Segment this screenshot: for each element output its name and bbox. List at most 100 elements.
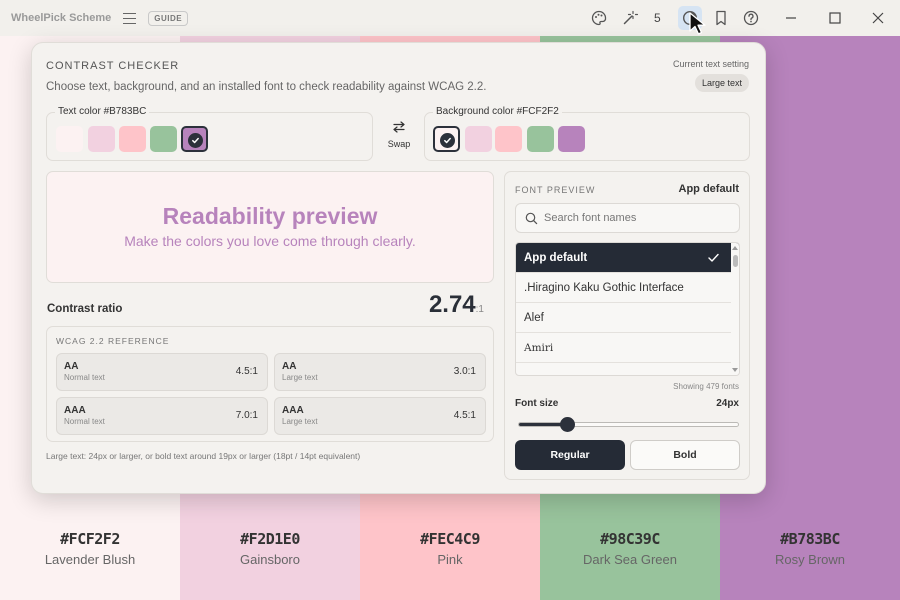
wcag-type: Normal text — [64, 373, 105, 382]
wcag-ratio: 7.0:1 — [235, 410, 258, 421]
current-setting-label: Current text setting — [672, 59, 749, 69]
wcag-level: AA — [64, 361, 79, 372]
font-count: Showing 479 fonts — [673, 382, 739, 391]
text-color-picker — [46, 112, 373, 161]
scroll-up-icon[interactable] — [732, 245, 738, 250]
background-color-chip[interactable] — [558, 126, 585, 152]
check-icon — [708, 253, 719, 262]
swatch-hex: #F2D1E0 — [240, 530, 300, 548]
swatch-name: Lavender Blush — [44, 552, 136, 567]
contrast-ratio-value: 2.74:1 — [429, 291, 484, 319]
swap-icon — [393, 121, 405, 133]
swatch-name: Gainsboro — [240, 552, 300, 567]
wcag-reference: WCAG 2.2 REFERENCE AA Normal text 4.5:1 … — [46, 326, 494, 442]
wcag-card: AAA Large text 4.5:1 — [274, 397, 486, 435]
swap-button[interactable]: Swap — [384, 120, 414, 149]
wcag-ratio: 3.0:1 — [453, 366, 476, 377]
close-icon[interactable] — [866, 6, 890, 30]
text-color-chip[interactable] — [88, 126, 115, 152]
wcag-type: Large text — [282, 373, 318, 382]
swatch-hex: #98C39C — [600, 530, 660, 548]
bold-weight-button[interactable]: Bold — [630, 440, 740, 470]
preview-title: Readability preview — [162, 203, 378, 229]
app-title: WheelPick Scheme — [11, 12, 112, 24]
font-preview-label: FONT PREVIEW — [515, 185, 596, 195]
mouse-cursor-icon — [689, 12, 706, 35]
wcag-card: AA Large text 3.0:1 — [274, 353, 486, 391]
contrast-ratio-number: 2.74 — [428, 291, 476, 318]
scrollbar-thumb[interactable] — [733, 255, 738, 267]
swap-label: Swap — [387, 139, 411, 149]
background-color-chip-selected[interactable] — [433, 126, 460, 152]
bookmark-icon[interactable] — [709, 6, 733, 30]
contrast-ratio-label: Contrast ratio — [47, 303, 123, 315]
palette-icon[interactable] — [587, 6, 611, 30]
font-item-selected[interactable]: App default — [516, 243, 739, 273]
font-item[interactable]: Amiri — [516, 333, 739, 363]
preview-subtitle: Make the colors you love come through cl… — [124, 233, 416, 249]
readability-preview: Readability preview Make the colors you … — [46, 171, 494, 283]
background-color-picker — [424, 112, 750, 161]
minimize-icon[interactable] — [779, 6, 803, 30]
wcag-level: AAA — [64, 405, 86, 416]
font-item-label: Alef — [524, 312, 544, 324]
title-bar: WheelPick Scheme GUIDE 5 — [0, 0, 900, 36]
swatch-hex: #B783BC — [780, 530, 840, 548]
font-item-label: Amiri — [524, 342, 554, 354]
font-list: App default .Hiragino Kaku Gothic Interf… — [515, 242, 740, 376]
regular-weight-button[interactable]: Regular — [515, 440, 625, 470]
font-list-scrollbar[interactable] — [731, 243, 739, 375]
wcag-type: Normal text — [64, 417, 105, 426]
maximize-icon[interactable] — [823, 6, 847, 30]
selection-count: 5 — [654, 11, 661, 25]
swatch-name: Pink — [437, 552, 463, 567]
wcag-title: WCAG 2.2 REFERENCE — [56, 336, 170, 346]
check-icon — [188, 133, 203, 148]
text-color-label: Text color #B783BC — [55, 106, 150, 117]
current-font: App default — [678, 183, 740, 195]
background-color-label: Background color #FCF2F2 — [433, 106, 562, 117]
swatch-name: Dark Sea Green — [583, 552, 677, 567]
contrast-ratio-suffix: :1 — [475, 304, 484, 315]
font-item[interactable]: .Hiragino Kaku Gothic Interface — [516, 273, 739, 303]
magic-wand-icon[interactable] — [618, 6, 642, 30]
background-color-chip[interactable] — [465, 126, 492, 152]
text-color-chip-selected[interactable] — [181, 126, 208, 152]
swatch-hex: #FEC4C9 — [420, 530, 480, 548]
font-item[interactable]: Alef — [516, 303, 739, 333]
font-preview-panel: FONT PREVIEW App default App default .Hi… — [504, 171, 750, 480]
wcag-card: AAA Normal text 7.0:1 — [56, 397, 268, 435]
contrast-checker-panel: CONTRAST CHECKER Choose text, background… — [31, 42, 766, 494]
font-size-value: 24px — [716, 398, 739, 409]
check-icon — [440, 133, 455, 148]
font-size-slider-thumb[interactable] — [560, 417, 576, 432]
wcag-type: Large text — [282, 417, 318, 426]
font-item-label: App default — [524, 252, 588, 264]
wcag-ratio: 4.5:1 — [453, 410, 476, 421]
text-color-chip[interactable] — [150, 126, 177, 152]
large-text-footnote: Large text: 24px or larger, or bold text… — [46, 451, 361, 461]
background-color-chip[interactable] — [495, 126, 522, 152]
text-color-chip[interactable] — [56, 126, 83, 152]
scroll-down-icon[interactable] — [732, 368, 738, 373]
font-size-label: Font size — [515, 398, 559, 409]
swatch-name: Rosy Brown — [774, 552, 846, 567]
search-icon — [525, 212, 538, 225]
font-item-label: .Hiragino Kaku Gothic Interface — [524, 282, 684, 294]
font-size-slider[interactable] — [518, 417, 739, 432]
font-search — [515, 203, 740, 233]
panel-title: CONTRAST CHECKER — [46, 60, 180, 72]
wcag-ratio: 4.5:1 — [235, 366, 258, 377]
font-search-input[interactable] — [544, 204, 734, 232]
wcag-level: AA — [282, 361, 297, 372]
hamburger-menu-icon[interactable] — [123, 12, 137, 24]
guide-button[interactable]: GUIDE — [148, 10, 189, 26]
wcag-card: AA Normal text 4.5:1 — [56, 353, 268, 391]
current-setting-badge[interactable]: Large text — [694, 74, 749, 92]
panel-description: Choose text, background, and an installe… — [46, 81, 487, 93]
wcag-level: AAA — [282, 405, 304, 416]
help-icon[interactable] — [739, 6, 763, 30]
background-color-chip[interactable] — [527, 126, 554, 152]
text-color-chip[interactable] — [119, 126, 146, 152]
swatch-hex: #FCF2F2 — [60, 530, 120, 548]
